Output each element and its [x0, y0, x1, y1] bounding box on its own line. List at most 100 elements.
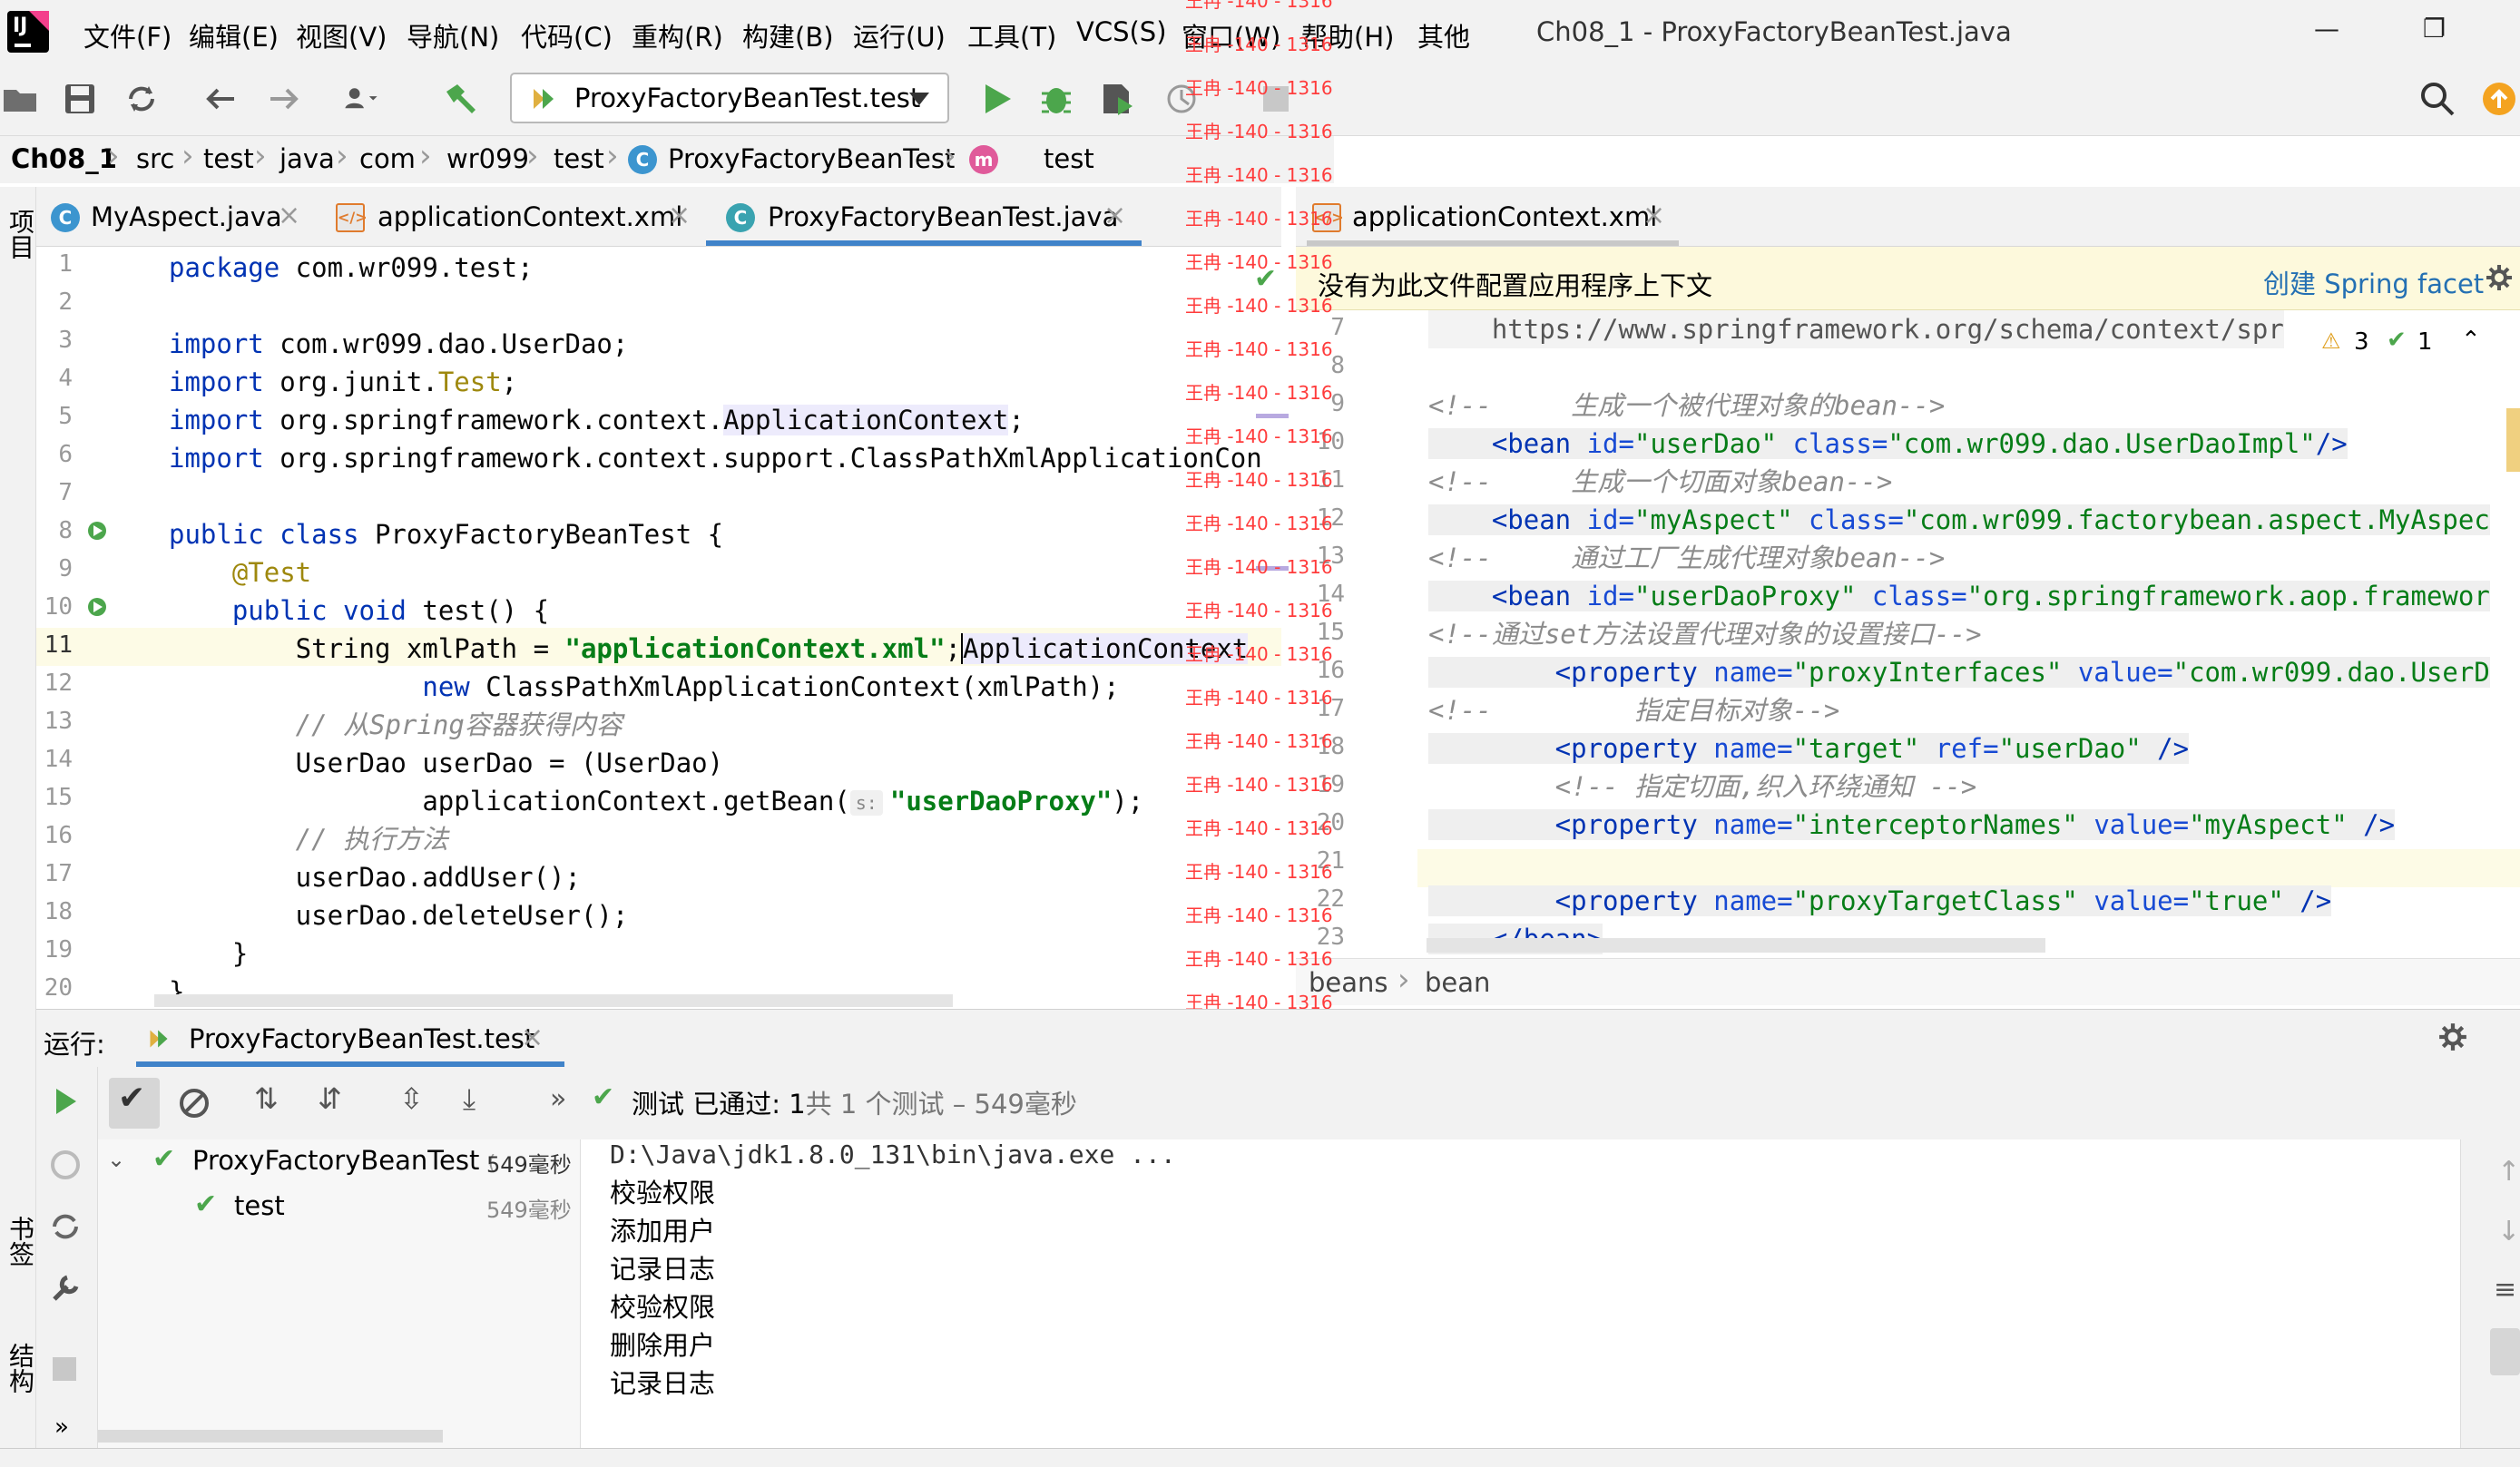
create-spring-facet-link[interactable]: 创建 Spring facet	[2263, 263, 2484, 301]
gear-icon[interactable]	[2485, 263, 2514, 292]
watermark-text: 王冉 -140 - 1316	[1185, 295, 1333, 317]
user-dropdown-icon[interactable]	[341, 79, 381, 119]
more-icon[interactable]: »	[54, 1413, 69, 1441]
breadcrumb-src[interactable]: src	[136, 143, 174, 174]
tree-item-test[interactable]: test	[234, 1190, 285, 1221]
update-icon[interactable]	[2479, 79, 2519, 119]
sort-duration-icon[interactable]: ⇵	[318, 1081, 342, 1116]
rerun-failed-icon[interactable]	[47, 1147, 83, 1183]
toggle-autotest-icon[interactable]	[47, 1208, 83, 1245]
tree-item-class[interactable]: ProxyFactoryBeanTest (	[192, 1145, 495, 1176]
menu-item[interactable]: VCS(S)	[1076, 16, 1167, 47]
line-number: 7	[1330, 314, 1345, 341]
chevron-down-icon[interactable]	[907, 89, 931, 109]
menu-item[interactable]: 视图(V)	[296, 16, 387, 54]
arrow-up-icon[interactable]: ↑	[2497, 1156, 2520, 1188]
scroll-to-end-button[interactable]	[2490, 1328, 2520, 1375]
show-ignored-icon[interactable]	[176, 1085, 212, 1121]
check-icon: ✔	[118, 1080, 146, 1117]
gear-icon[interactable]	[2437, 1022, 2468, 1052]
menu-item[interactable]: 编辑(E)	[189, 16, 279, 54]
menu-item[interactable]: 工具(T)	[967, 16, 1056, 54]
debug-bug-icon[interactable]	[1036, 79, 1076, 119]
code-editor-right[interactable]: https://www.springframework.org/schema/c…	[1417, 310, 2520, 956]
menu-item[interactable]: 运行(U)	[853, 16, 946, 54]
breadcrumb-project[interactable]: Ch08_1	[11, 143, 117, 174]
chevron-up-icon[interactable]: ⌃	[2461, 327, 2481, 354]
horizontal-scrollbar[interactable]	[154, 994, 953, 1007]
run-gutter-icon[interactable]	[85, 519, 113, 546]
breadcrumb-com[interactable]: com	[359, 143, 416, 174]
soft-wrap-icon[interactable]: ≡	[2494, 1274, 2516, 1306]
code-line: userDao.deleteUser();	[169, 900, 629, 931]
line-number: 8	[58, 517, 73, 544]
console-line: 记录日志	[610, 1254, 716, 1285]
horizontal-scrollbar[interactable]	[98, 1430, 443, 1443]
breadcrumb-test-pkg[interactable]: test	[554, 143, 604, 174]
search-icon[interactable]	[2417, 79, 2457, 119]
restore-button[interactable]: ❐	[2423, 14, 2446, 44]
run-icon[interactable]	[976, 79, 1016, 119]
sync-icon[interactable]	[122, 79, 162, 119]
stop-icon[interactable]	[49, 1354, 80, 1384]
breadcrumb-method[interactable]: test	[1044, 143, 1094, 174]
console-output[interactable]	[582, 1139, 2460, 1448]
close-icon[interactable]: ×	[521, 1022, 544, 1053]
menu-item[interactable]: 导航(N)	[407, 16, 499, 54]
menu-item[interactable]: 其他	[1417, 16, 1470, 54]
menu-item[interactable]: 重构(R)	[632, 16, 723, 54]
watermark-text: 王冉 -140 - 1316	[1185, 382, 1333, 404]
minimize-button[interactable]: —	[2314, 14, 2339, 44]
bookmarks-tool-tab[interactable]: 书签	[2, 1216, 38, 1267]
close-icon[interactable]: ×	[278, 200, 300, 231]
code-line: https://www.springframework.org/schema/c…	[1428, 310, 2284, 348]
tab-myaspect[interactable]: MyAspect.java	[91, 201, 282, 232]
coverage-icon[interactable]	[1098, 79, 1138, 119]
line-number: 18	[44, 898, 73, 925]
breadcrumb	[0, 136, 1334, 183]
console-line: 删除用户	[610, 1330, 716, 1361]
watermark-text: 王冉 -140 - 1316	[1185, 513, 1333, 534]
collapse-all-icon[interactable]: ⤓	[463, 1081, 476, 1117]
forward-arrow-icon[interactable]	[263, 79, 303, 119]
breadcrumb-wr099[interactable]: wr099	[446, 143, 529, 174]
build-hammer-icon[interactable]	[441, 79, 481, 119]
more-icon[interactable]: »	[550, 1083, 566, 1115]
watermark-text: 王冉 -140 - 1316	[1185, 948, 1333, 970]
breadcrumb-java[interactable]: java	[279, 143, 335, 174]
breadcrumb-test[interactable]: test	[203, 143, 254, 174]
window-title: Ch08_1 - ProxyFactoryBeanTest.java	[1536, 16, 2012, 47]
open-folder-icon[interactable]	[0, 79, 40, 119]
menu-item[interactable]: 代码(C)	[521, 16, 613, 54]
close-icon[interactable]: ×	[668, 200, 691, 231]
expand-all-icon[interactable]: ⇳	[399, 1081, 424, 1116]
close-icon[interactable]: ×	[1103, 200, 1126, 231]
run-tab[interactable]: ProxyFactoryBeanTest.test	[189, 1023, 534, 1054]
code-line: <!--通过set方法设置代理对象的设置接口-->	[1428, 619, 1982, 650]
horizontal-scrollbar[interactable]	[1427, 938, 2045, 953]
menu-item[interactable]: 文件(F)	[83, 16, 172, 54]
rerun-icon[interactable]	[49, 1085, 82, 1118]
run-gutter-icon[interactable]	[85, 595, 113, 622]
code-line: // 从Spring容器获得内容	[169, 709, 623, 740]
code-line: <!-- 指定目标对象-->	[1428, 695, 1840, 726]
chevron-down-icon[interactable]: ⌄	[107, 1147, 125, 1172]
tab-applicationcontext[interactable]: applicationContext.xml	[378, 201, 682, 232]
wrench-icon[interactable]	[47, 1270, 83, 1306]
line-number: 11	[44, 631, 73, 659]
xml-crumb-bean[interactable]: bean	[1425, 967, 1490, 998]
tab-applicationcontext-right[interactable]: applicationContext.xml	[1352, 201, 1657, 232]
console-line: 添加用户	[610, 1216, 716, 1247]
breadcrumb-class[interactable]: ProxyFactoryBeanTest	[668, 143, 955, 174]
tab-proxyfactorybeantest[interactable]: ProxyFactoryBeanTest.java	[768, 201, 1118, 232]
close-icon[interactable]: ×	[1642, 200, 1665, 231]
pass-check-icon: ✔	[152, 1143, 176, 1175]
code-editor-left[interactable]: package com.wr099.test; import com.wr099…	[154, 247, 1281, 1009]
menu-item[interactable]: 构建(B)	[742, 16, 834, 54]
save-icon[interactable]	[60, 79, 100, 119]
structure-tool-tab[interactable]: 结构	[2, 1343, 38, 1394]
code-line: public class ProxyFactoryBeanTest {	[169, 519, 724, 550]
back-arrow-icon[interactable]	[201, 79, 241, 119]
sort-alpha-icon[interactable]: ⇅	[254, 1081, 279, 1116]
arrow-down-icon[interactable]: ↓	[2497, 1216, 2520, 1247]
